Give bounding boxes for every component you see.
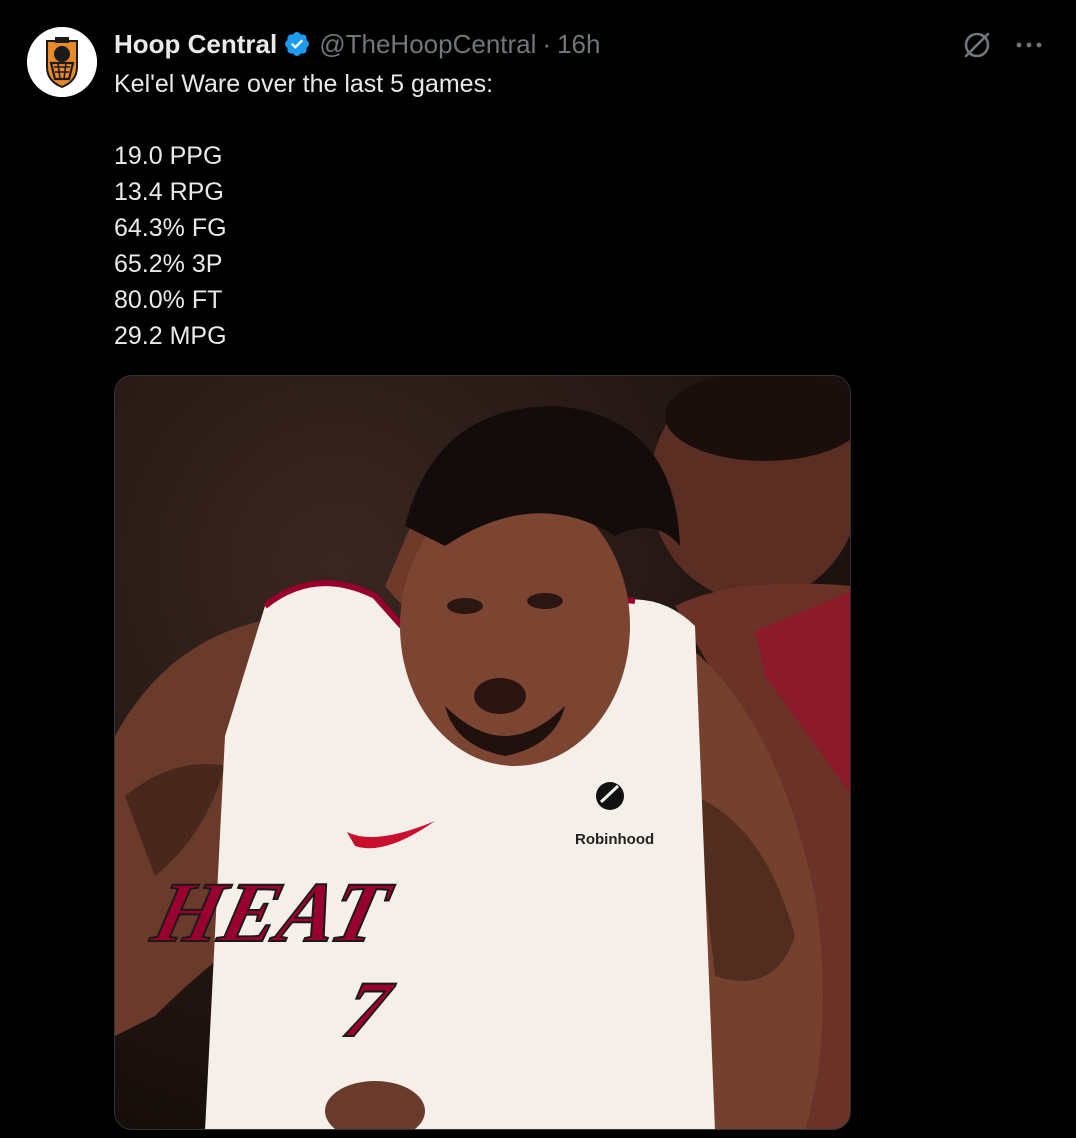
stat-line: 64.3% FG [114, 214, 227, 242]
grok-icon[interactable] [960, 28, 994, 62]
more-options-icon[interactable] [1012, 28, 1046, 62]
author-name[interactable]: Hoop Central [114, 29, 277, 60]
player-photo-illustration: Robinhood HEAT 7 [115, 376, 850, 1129]
hoop-central-logo-icon [27, 27, 97, 97]
stat-line: 19.0 PPG [114, 142, 223, 170]
stat-line: 13.4 RPG [114, 178, 224, 206]
author-handle[interactable]: @TheHoopCentral [319, 29, 536, 60]
jersey-wordmark: HEAT [143, 864, 401, 960]
tweet-card[interactable]: Hoop Central @TheHoopCentral · 16h Kel'e… [0, 0, 1076, 1138]
tweet-text: Kel'el Ware over the last 5 games: 19.0 … [114, 66, 854, 354]
timestamp[interactable]: 16h [557, 29, 600, 60]
stat-line: 65.2% 3P [114, 250, 223, 278]
stat-line: 29.2 MPG [114, 322, 227, 350]
sponsor-text: Robinhood [575, 831, 654, 848]
avatar[interactable] [27, 27, 97, 97]
tweet-header: Hoop Central @TheHoopCentral · 16h [114, 26, 600, 62]
tweet-photo[interactable]: Robinhood HEAT 7 [114, 375, 851, 1130]
separator-dot: · [542, 28, 552, 59]
tweet-intro: Kel'el Ware over the last 5 games: [114, 70, 494, 98]
stat-line: 80.0% FT [114, 286, 223, 314]
tweet-actions [960, 28, 1046, 62]
verified-badge-icon[interactable] [283, 30, 311, 58]
